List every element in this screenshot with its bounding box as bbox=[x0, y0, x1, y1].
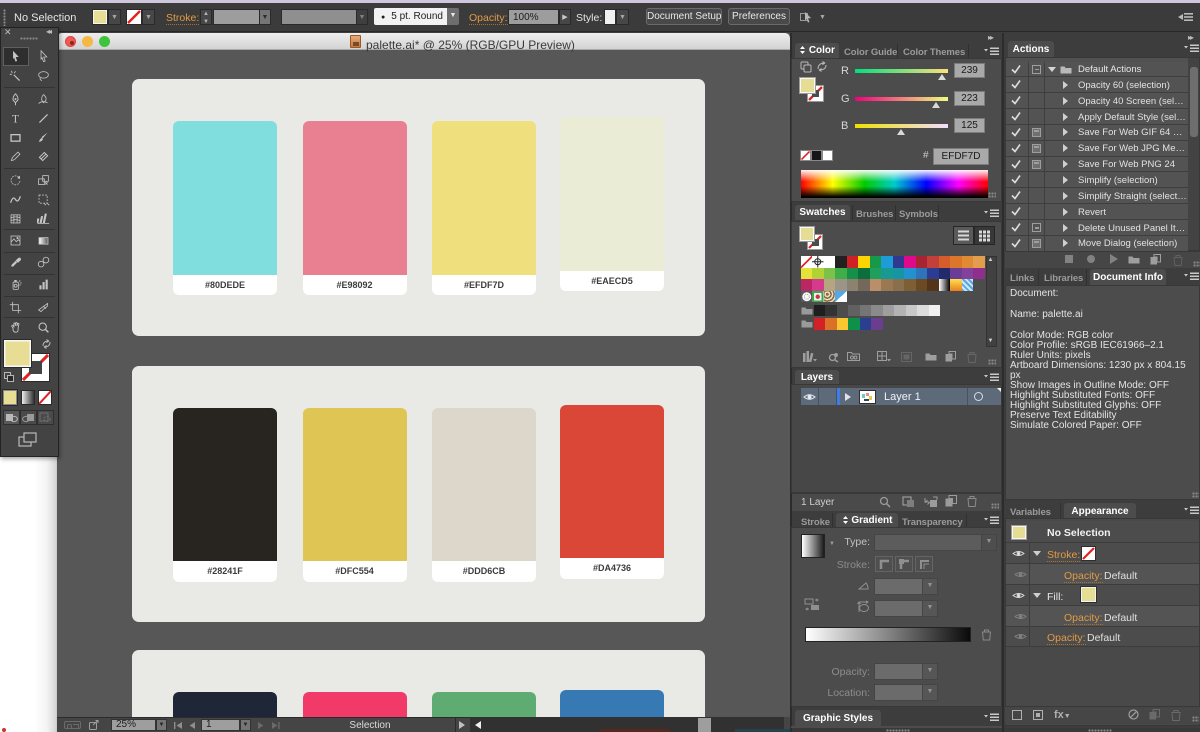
svg-text:T: T bbox=[12, 113, 19, 124]
